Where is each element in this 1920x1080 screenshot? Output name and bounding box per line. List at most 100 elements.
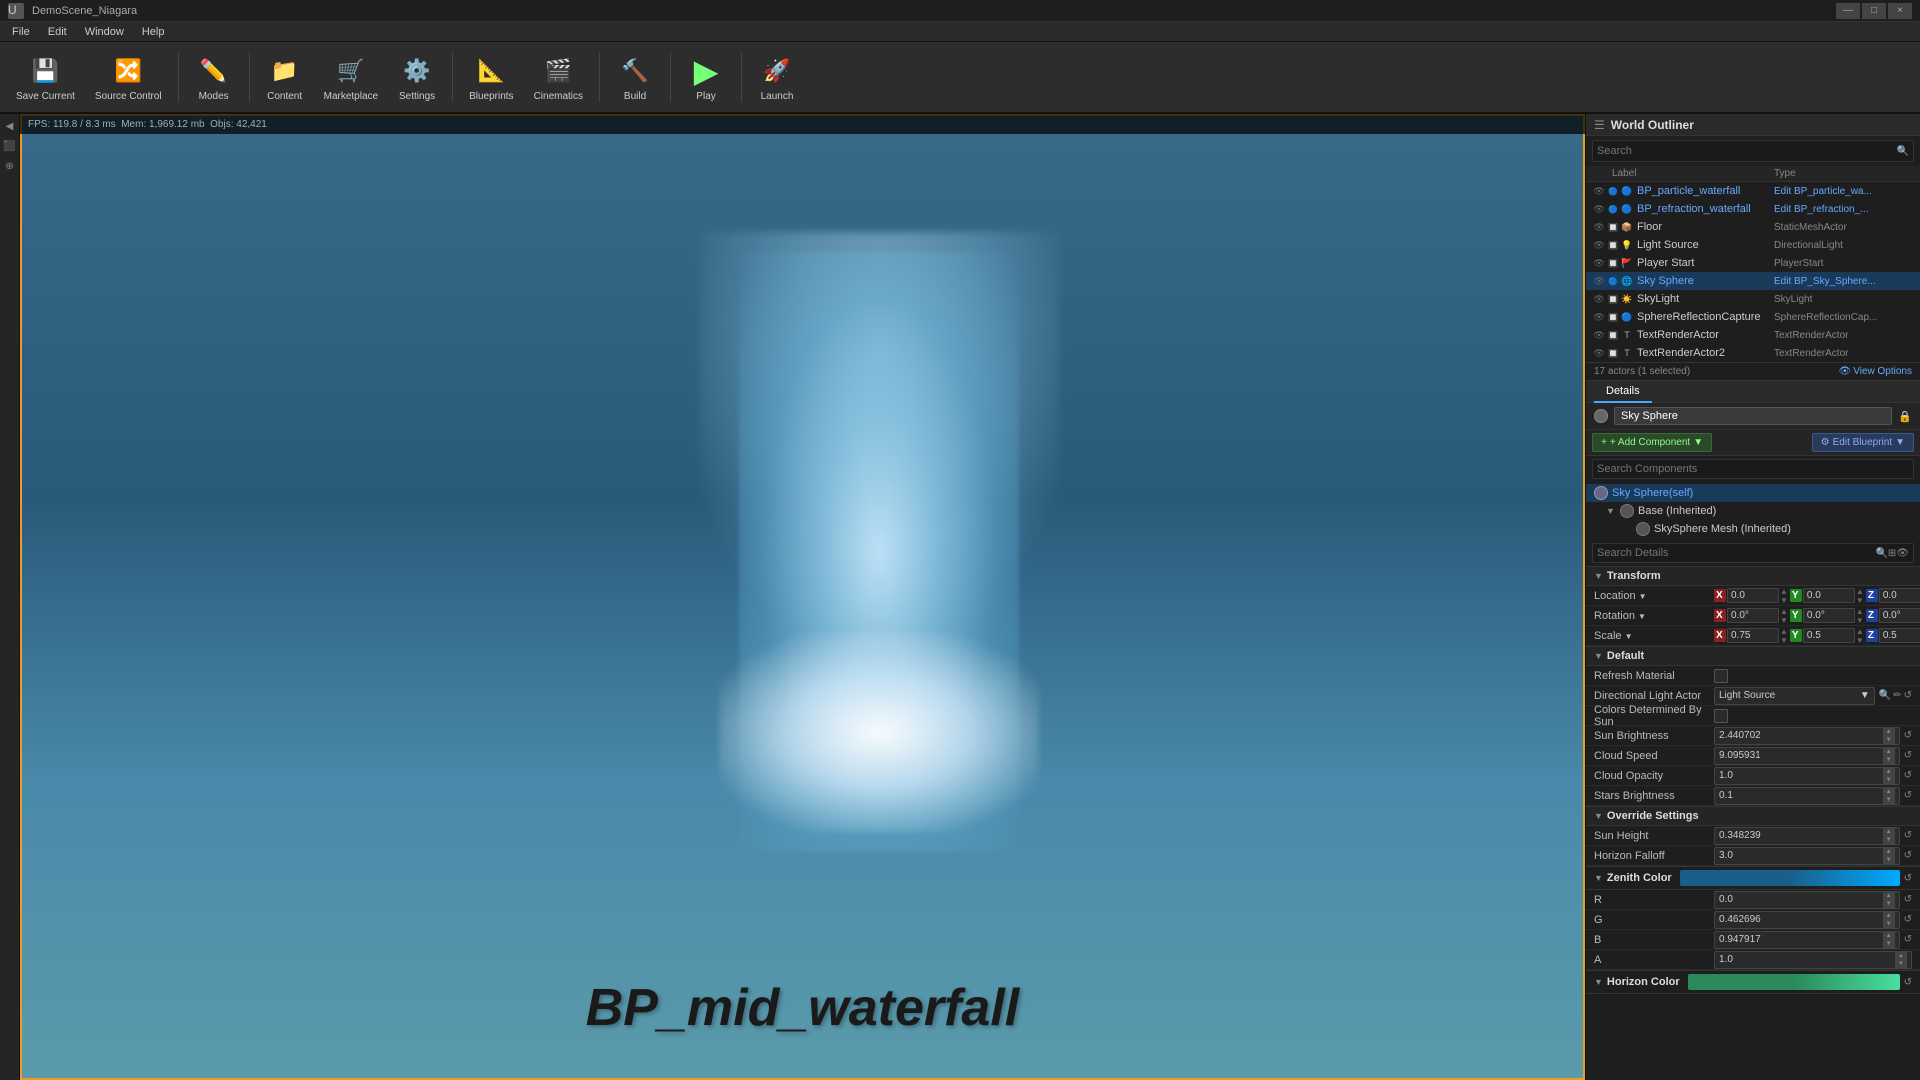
zenith-a-up[interactable]: ▲ <box>1895 952 1907 960</box>
menu-edit[interactable]: Edit <box>40 24 75 40</box>
visibility-icon-bp-refraction[interactable]: 👁 <box>1592 202 1606 216</box>
lock-icon-bp-particle[interactable]: 🔵 <box>1606 184 1620 198</box>
lock-icon-bp-refraction[interactable]: 🔵 <box>1606 202 1620 216</box>
lock-icon-light[interactable]: 🔲 <box>1606 238 1620 252</box>
zenith-r-up[interactable]: ▲ <box>1883 892 1895 900</box>
horizon-falloff-down[interactable]: ▼ <box>1883 856 1895 864</box>
horizon-falloff-up[interactable]: ▲ <box>1883 848 1895 856</box>
horizon-falloff-spin[interactable]: ▲ ▼ <box>1883 848 1895 864</box>
sun-height-input[interactable]: 0.348239 ▲ ▼ <box>1714 827 1900 845</box>
add-component-button[interactable]: + + Add Component ▼ <box>1592 433 1712 452</box>
outliner-item-floor[interactable]: 👁 🔲 📦 Floor StaticMeshActor <box>1586 218 1920 236</box>
zenith-r-input[interactable]: 0.0 ▲ ▼ <box>1714 891 1900 909</box>
modes-button[interactable]: ✏️ Modes <box>189 49 239 106</box>
zenith-g-reset[interactable]: ↺ <box>1904 914 1912 925</box>
location-x-input[interactable] <box>1727 588 1779 603</box>
rotation-label[interactable]: Rotation ▼ <box>1594 610 1714 622</box>
outliner-search-input[interactable] <box>1597 145 1897 157</box>
colors-by-sun-checkbox[interactable] <box>1714 709 1728 723</box>
viewport[interactable]: BP_mid_waterfall <box>20 114 1585 1080</box>
outliner-item-bp-particle[interactable]: 👁 🔵 🔵 BP_particle_waterfall Edit BP_part… <box>1586 182 1920 200</box>
zenith-g-up[interactable]: ▲ <box>1883 912 1895 920</box>
comp-item-mesh[interactable]: SkySphere Mesh (Inherited) <box>1586 520 1920 538</box>
scale-x-input[interactable] <box>1727 628 1779 643</box>
visibility-icon-floor[interactable]: 👁 <box>1592 220 1606 234</box>
lock-icon-floor[interactable]: 🔲 <box>1606 220 1620 234</box>
cloud-speed-input[interactable]: 9.095931 ▲ ▼ <box>1714 747 1900 765</box>
actor-name-input[interactable] <box>1614 407 1892 425</box>
scale-y-spin[interactable]: ▲▼ <box>1856 627 1864 645</box>
scale-x-spin[interactable]: ▲▼ <box>1780 627 1788 645</box>
location-x-spin[interactable]: ▲▼ <box>1780 587 1788 605</box>
zenith-a-down[interactable]: ▼ <box>1895 960 1907 968</box>
zenith-color-swatch[interactable] <box>1680 870 1900 886</box>
stars-brightness-input[interactable]: 0.1 ▲ ▼ <box>1714 787 1900 805</box>
build-button[interactable]: 🔨 Build <box>610 49 660 106</box>
zenith-a-input[interactable]: 1.0 ▲ ▼ <box>1714 951 1912 969</box>
marketplace-button[interactable]: 🛒 Marketplace <box>318 49 384 106</box>
lock-icon-sky[interactable]: 🔵 <box>1606 274 1620 288</box>
visibility-icon-sphere[interactable]: 👁 <box>1592 310 1606 324</box>
outliner-item-sky-sphere[interactable]: 👁 🔵 🌐 Sky Sphere Edit BP_Sky_Sphere... <box>1586 272 1920 290</box>
dir-light-reset-icon[interactable]: ↺ <box>1904 690 1912 701</box>
content-button[interactable]: 📁 Content <box>260 49 310 106</box>
menu-file[interactable]: File <box>4 24 38 40</box>
outliner-item-text1[interactable]: 👁 🔲 T TextRenderActor TextRenderActor <box>1586 326 1920 344</box>
sun-height-up[interactable]: ▲ <box>1883 828 1895 836</box>
lock-icon-text2[interactable]: 🔲 <box>1606 346 1620 360</box>
zenith-g-input[interactable]: 0.462696 ▲ ▼ <box>1714 911 1900 929</box>
zenith-a-spin[interactable]: ▲ ▼ <box>1895 952 1907 968</box>
stars-brightness-reset[interactable]: ↺ <box>1904 790 1912 801</box>
zenith-b-down[interactable]: ▼ <box>1883 940 1895 948</box>
source-control-button[interactable]: 🔀 Source Control <box>89 49 168 106</box>
outliner-item-skylight[interactable]: 👁 🔲 ☀️ SkyLight SkyLight <box>1586 290 1920 308</box>
zenith-b-up[interactable]: ▲ <box>1883 932 1895 940</box>
section-override[interactable]: ▼ Override Settings <box>1586 806 1920 826</box>
search-details-icon[interactable]: 🔍 <box>1875 548 1887 559</box>
sun-brightness-spin[interactable]: ▲ ▼ <box>1883 728 1895 744</box>
outliner-search-bar[interactable]: 🔍 <box>1592 140 1914 162</box>
rotation-y-spin[interactable]: ▲▼ <box>1856 607 1864 625</box>
sidebar-tool-1[interactable]: ⬛ <box>2 138 18 154</box>
section-default[interactable]: ▼ Default <box>1586 646 1920 666</box>
lock-icon-text1[interactable]: 🔲 <box>1606 328 1620 342</box>
sun-height-reset[interactable]: ↺ <box>1904 830 1912 841</box>
component-search-input[interactable] <box>1597 463 1909 475</box>
location-y-spin[interactable]: ▲▼ <box>1856 587 1864 605</box>
zenith-b-input[interactable]: 0.947917 ▲ ▼ <box>1714 931 1900 949</box>
outliner-item-text2[interactable]: 👁 🔲 T TextRenderActor2 TextRenderActor <box>1586 344 1920 362</box>
zenith-r-down[interactable]: ▼ <box>1883 900 1895 908</box>
component-search-bar[interactable] <box>1592 459 1914 479</box>
outliner-item-player-start[interactable]: 👁 🔲 🚩 Player Start PlayerStart <box>1586 254 1920 272</box>
rotation-x-spin[interactable]: ▲▼ <box>1780 607 1788 625</box>
cloud-opacity-spin[interactable]: ▲ ▼ <box>1883 768 1895 784</box>
refresh-material-checkbox[interactable] <box>1714 669 1728 683</box>
blueprints-button[interactable]: 📐 Blueprints <box>463 49 519 106</box>
details-view-icon[interactable]: ⊞ <box>1888 548 1896 559</box>
menu-window[interactable]: Window <box>77 24 132 40</box>
sun-brightness-reset[interactable]: ↺ <box>1904 730 1912 741</box>
section-horizon-color[interactable]: ▼ Horizon Color ↺ <box>1586 970 1920 994</box>
col-label-header[interactable]: Label <box>1592 168 1774 179</box>
outliner-item-bp-refraction[interactable]: 👁 🔵 🔵 BP_refraction_waterfall Edit BP_re… <box>1586 200 1920 218</box>
launch-button[interactable]: 🚀 Launch <box>752 49 802 106</box>
window-controls[interactable]: — □ × <box>1836 3 1912 19</box>
dir-light-dropdown[interactable]: Light Source ▼ <box>1714 687 1875 705</box>
rotation-z-input[interactable] <box>1879 608 1920 623</box>
sun-brightness-down[interactable]: ▼ <box>1883 736 1895 744</box>
outliner-item-sphere-reflect[interactable]: 👁 🔲 🔵 SphereReflectionCapture SphereRefl… <box>1586 308 1920 326</box>
zenith-color-reset[interactable]: ↺ <box>1904 873 1912 884</box>
scale-z-input[interactable] <box>1879 628 1920 643</box>
zenith-b-reset[interactable]: ↺ <box>1904 934 1912 945</box>
horizon-falloff-input[interactable]: 3.0 ▲ ▼ <box>1714 847 1900 865</box>
sidebar-back-button[interactable]: ◀ <box>2 118 18 134</box>
tab-details[interactable]: Details <box>1594 381 1652 403</box>
actor-lock-icon[interactable]: 🔒 <box>1898 410 1912 423</box>
visibility-icon-sky[interactable]: 👁 <box>1592 274 1606 288</box>
visibility-icon-light[interactable]: 👁 <box>1592 238 1606 252</box>
stars-brightness-up[interactable]: ▲ <box>1883 788 1895 796</box>
horizon-color-reset[interactable]: ↺ <box>1904 977 1912 988</box>
location-y-input[interactable] <box>1803 588 1855 603</box>
comp-item-self[interactable]: Sky Sphere(self) <box>1586 484 1920 502</box>
sun-brightness-input[interactable]: 2.440702 ▲ ▼ <box>1714 727 1900 745</box>
